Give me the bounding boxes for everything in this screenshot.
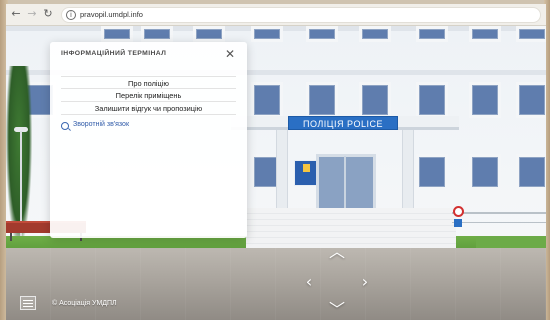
building-window: [359, 82, 391, 118]
building-window: [516, 154, 546, 190]
address-bar[interactable]: i pravopil.umdpl.info: [61, 7, 541, 23]
police-sign: ПОЛІЦІЯ POLICE: [288, 116, 398, 130]
menu-item-room-list[interactable]: Перелік приміщень: [61, 89, 236, 102]
entrance-steps: [246, 208, 456, 248]
building-window: [193, 26, 225, 42]
building-window: [141, 26, 173, 42]
building-window: [516, 82, 546, 118]
building-window: [251, 26, 283, 42]
building-window: [101, 26, 133, 42]
building-window: [469, 26, 501, 42]
feedback-label: Зворотній зв'язок: [73, 121, 130, 128]
plaza-tiles: [6, 248, 546, 320]
ramp-railing-lower: [452, 222, 546, 223]
chevron-down-icon[interactable]: ﹀: [328, 302, 346, 320]
copyright-text: © Асоціація УМДПЛ: [52, 300, 117, 307]
back-icon[interactable]: ←: [10, 8, 22, 20]
building-window: [469, 82, 501, 118]
info-icon[interactable]: i: [66, 10, 76, 20]
reload-icon[interactable]: ↻: [42, 8, 54, 20]
building-window: [306, 82, 338, 118]
browser-toolbar: ← → ↻ i pravopil.umdpl.info: [6, 4, 546, 26]
trident-emblem-icon: [303, 164, 310, 172]
building-window: [251, 82, 283, 118]
building-window: [306, 26, 338, 42]
umdpl-logo-icon[interactable]: [20, 296, 36, 310]
tree: [6, 66, 32, 246]
ramp-railing: [452, 212, 546, 240]
close-icon[interactable]: ✕: [222, 46, 238, 62]
menu-item-leave-feedback[interactable]: Залишити відгук чи пропозицію: [61, 102, 236, 115]
building-window: [516, 26, 546, 42]
search-icon: [61, 122, 69, 130]
info-terminal-dialog: ІНФОРМАЦІЙНИЙ ТЕРМІНАЛ ✕ Про поліцію Пер…: [50, 42, 247, 238]
building-window: [469, 154, 501, 190]
building-window: [416, 26, 448, 42]
accessibility-sign-icon: [454, 219, 462, 227]
menu-item-about-police[interactable]: Про поліцію: [61, 76, 236, 89]
police-plaque: [294, 160, 318, 186]
no-entry-sign-icon: [453, 206, 464, 217]
door-divider: [344, 156, 346, 214]
entrance-pillar: [402, 130, 414, 214]
chevron-left-icon[interactable]: ‹: [300, 274, 318, 292]
building-window: [416, 82, 448, 118]
entrance-pillar: [276, 130, 288, 214]
forward-icon[interactable]: →: [26, 8, 38, 20]
chevron-up-icon[interactable]: ︿: [328, 244, 346, 262]
url-text: pravopil.umdpl.info: [80, 10, 143, 19]
entrance-door[interactable]: [316, 154, 376, 216]
building-window: [416, 154, 448, 190]
dialog-title: ІНФОРМАЦІЙНИЙ ТЕРМІНАЛ: [61, 50, 167, 57]
chevron-right-icon[interactable]: ›: [356, 274, 374, 292]
building-window: [359, 26, 391, 42]
